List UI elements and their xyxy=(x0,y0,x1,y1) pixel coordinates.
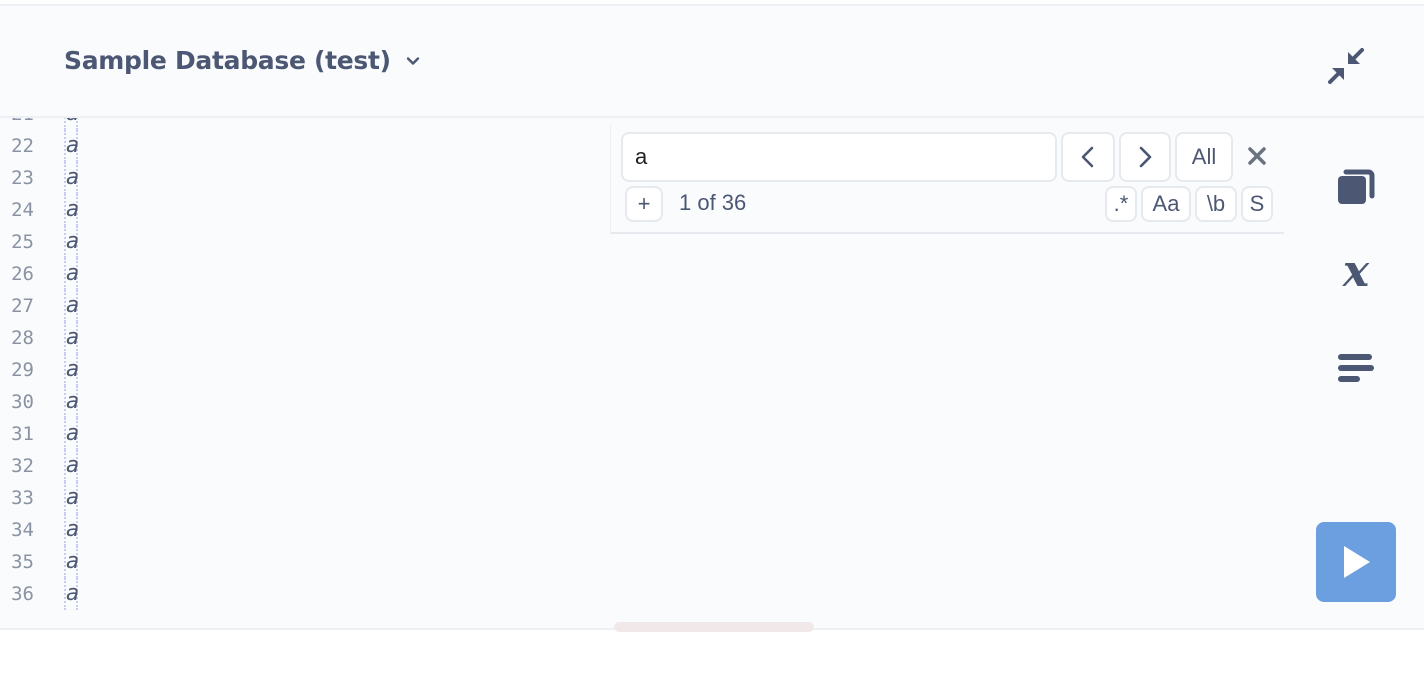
code-line[interactable]: a xyxy=(64,450,79,482)
code-line[interactable]: a xyxy=(64,130,79,162)
code-line[interactable]: a xyxy=(64,290,79,322)
collapse-icon[interactable] xyxy=(1326,46,1366,86)
line-number: 28 xyxy=(11,327,34,349)
whole-word-label: \b xyxy=(1206,191,1226,216)
variable-icon[interactable]: x xyxy=(1336,250,1376,294)
native-query-editor: Sample Database (test) 21 a 22 a 23 a 24 a 25 a 26… xyxy=(0,4,1424,630)
match-count: 1 of 36 xyxy=(679,190,747,215)
line-number: 36 xyxy=(11,583,34,605)
case-sensitive-label: Aa xyxy=(1152,191,1180,216)
database-name: Sample Database (test) xyxy=(64,46,391,75)
in-selection-label: S xyxy=(1249,191,1265,216)
line-number: 33 xyxy=(11,487,34,509)
search-query: a xyxy=(635,144,648,169)
code-line[interactable]: a xyxy=(64,354,79,386)
previous-match-button[interactable] xyxy=(1061,132,1115,182)
line-number: 23 xyxy=(11,167,34,189)
code-line[interactable]: a xyxy=(64,386,79,418)
line-number: 31 xyxy=(11,423,34,445)
code-line[interactable]: a xyxy=(64,194,79,226)
chevron-down-icon xyxy=(406,56,419,65)
line-number: 35 xyxy=(11,551,34,573)
line-number: 27 xyxy=(11,295,34,317)
line-number: 21 xyxy=(0,118,34,130)
close-icon[interactable] xyxy=(1245,144,1269,168)
line-number: 22 xyxy=(11,135,34,157)
code-line[interactable]: a xyxy=(64,546,79,578)
toggle-replace-button[interactable]: + xyxy=(625,186,663,222)
line-number: 29 xyxy=(11,359,34,381)
code-line[interactable]: a xyxy=(64,578,79,610)
line-number: 30 xyxy=(11,391,34,413)
line-number: 32 xyxy=(11,455,34,477)
chevron-left-icon xyxy=(1081,146,1094,168)
run-query-button[interactable] xyxy=(1316,522,1396,602)
line-number: 34 xyxy=(11,519,34,541)
snippet-icon[interactable] xyxy=(1336,166,1376,206)
code-line[interactable]: a xyxy=(64,322,79,354)
code-line[interactable]: a xyxy=(64,258,79,290)
find-panel: a All + 1 of 36 .* Aa \b S xyxy=(610,124,1284,234)
format-icon[interactable] xyxy=(1336,348,1376,388)
select-all-button[interactable]: All xyxy=(1175,132,1233,182)
select-all-label: All xyxy=(1191,144,1217,169)
play-icon xyxy=(1344,546,1370,578)
line-number: 26 xyxy=(11,263,34,285)
next-match-button[interactable] xyxy=(1119,132,1171,182)
line-number: 25 xyxy=(11,231,34,253)
resize-handle[interactable] xyxy=(614,622,814,632)
whole-word-toggle[interactable]: \b xyxy=(1195,186,1237,222)
editor-header: Sample Database (test) xyxy=(0,6,1424,118)
regex-label: .* xyxy=(1113,191,1129,216)
code-line[interactable]: a xyxy=(64,418,79,450)
case-sensitive-toggle[interactable]: Aa xyxy=(1141,186,1191,222)
search-input[interactable]: a xyxy=(621,132,1057,182)
toggle-replace-label: + xyxy=(637,191,651,216)
code-line[interactable]: a xyxy=(64,162,79,194)
regex-toggle[interactable]: .* xyxy=(1105,186,1137,222)
code-line[interactable]: a xyxy=(64,482,79,514)
code-line[interactable]: a xyxy=(64,118,79,130)
code-line[interactable]: a xyxy=(64,226,79,258)
in-selection-toggle[interactable]: S xyxy=(1241,186,1273,222)
database-picker[interactable]: Sample Database (test) xyxy=(64,46,421,75)
chevron-right-icon xyxy=(1139,146,1152,168)
line-number: 24 xyxy=(11,199,34,221)
code-line[interactable]: a xyxy=(64,514,79,546)
